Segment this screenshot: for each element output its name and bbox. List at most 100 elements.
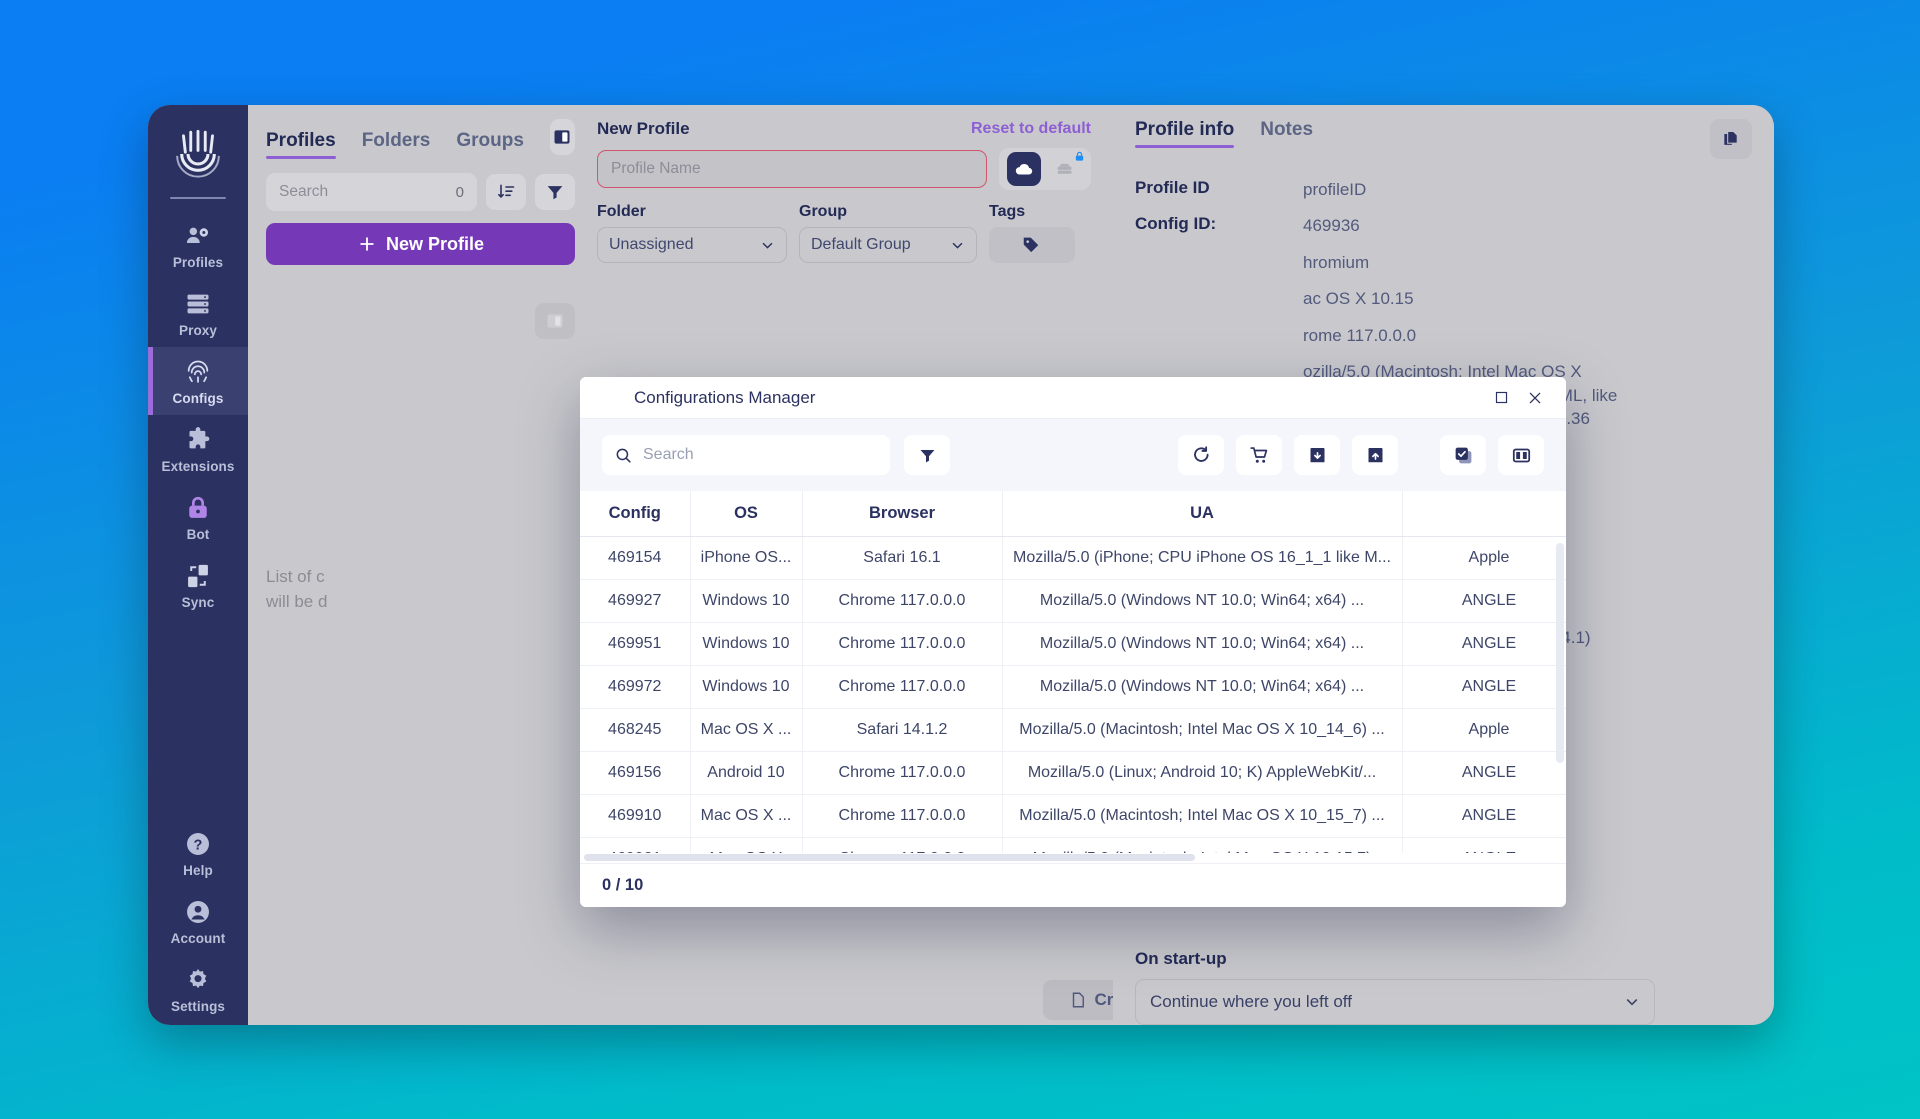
table-row[interactable]: 469927 Windows 10 Chrome 117.0.0.0 Mozil… xyxy=(580,579,1566,623)
chevron-down-icon xyxy=(952,242,963,249)
empty-hint-line1: List of c xyxy=(266,567,325,586)
tab-profile-info[interactable]: Profile info xyxy=(1135,119,1235,148)
help-icon: ? xyxy=(187,833,209,855)
tab-notes[interactable]: Notes xyxy=(1260,119,1313,148)
sidebar-item-account[interactable]: Account xyxy=(148,887,248,955)
scrollbar-thumb[interactable] xyxy=(584,854,1196,861)
dialog-footer: 0 / 10 xyxy=(580,863,1566,907)
cell-os: Windows 10 xyxy=(690,622,803,666)
cell-config: 469910 xyxy=(580,794,691,838)
columns-layout-button[interactable] xyxy=(535,303,575,339)
filter-button[interactable] xyxy=(535,174,575,210)
panel-layout-icon xyxy=(554,130,570,144)
panel-layout-button[interactable] xyxy=(549,119,575,155)
sidebar-item-label: Proxy xyxy=(178,323,218,338)
document-icon xyxy=(1072,992,1084,1008)
tab-profiles[interactable]: Profiles xyxy=(266,130,336,159)
column-header-os[interactable]: OS xyxy=(690,491,803,537)
info-row: ac OS X 10.15 xyxy=(1135,287,1752,310)
dialog-toolbar-group-primary xyxy=(1178,435,1398,475)
info-key: Config ID: xyxy=(1135,214,1217,234)
info-value: ac OS X 10.15 xyxy=(1303,289,1414,309)
tab-label: Notes xyxy=(1260,119,1314,140)
new-profile-button[interactable]: New Profile xyxy=(266,223,575,265)
maximize-button[interactable] xyxy=(1484,383,1518,413)
refresh-button[interactable] xyxy=(1178,435,1224,475)
table-row[interactable]: 469910 Mac OS X ... Chrome 117.0.0.0 Moz… xyxy=(580,794,1566,838)
local-storage-button[interactable] xyxy=(1049,151,1084,186)
folder-group-row: Folder Unassigned Group Default Group Ta… xyxy=(597,203,1091,263)
cell-config: 469927 xyxy=(580,579,691,623)
tags-field: Tags xyxy=(989,203,1075,263)
sidebar-item-bot[interactable]: Bot xyxy=(148,483,248,551)
table-row[interactable]: 469156 Android 10 Chrome 117.0.0.0 Mozil… xyxy=(580,751,1566,795)
tab-groups[interactable]: Groups xyxy=(456,130,524,159)
tags-label: Tags xyxy=(989,203,1026,220)
sidebar-item-proxy[interactable]: Proxy xyxy=(148,279,248,347)
tab-folders[interactable]: Folders xyxy=(362,130,431,159)
column-header-config[interactable]: Config xyxy=(580,491,691,537)
checkbox-stack-icon xyxy=(1455,447,1471,463)
sidebar-item-label: Settings xyxy=(170,999,226,1014)
sidebar-item-sync[interactable]: Sync xyxy=(148,551,248,619)
select-all-button[interactable] xyxy=(1440,435,1486,475)
sort-button[interactable] xyxy=(486,174,526,210)
info-key xyxy=(1135,324,1303,347)
sidebar-item-profiles[interactable]: Profiles xyxy=(148,211,248,279)
tags-button[interactable] xyxy=(989,227,1075,263)
filter-icon xyxy=(547,186,563,200)
table-vertical-scrollbar[interactable] xyxy=(1556,543,1564,763)
table-row[interactable]: 469154 iPhone OS... Safari 16.1 Mozilla/… xyxy=(580,536,1566,580)
table-horizontal-scrollbar[interactable] xyxy=(580,853,1566,863)
reset-to-default-link[interactable]: Reset to default xyxy=(971,120,1091,138)
table-row[interactable]: 469951 Windows 10 Chrome 117.0.0.0 Mozil… xyxy=(580,622,1566,666)
cell-os: Mac OS X ... xyxy=(690,708,803,752)
startup-select[interactable]: Continue where you left off xyxy=(1135,979,1655,1025)
dialog-toolbar-group-secondary xyxy=(1440,435,1544,475)
cell-browser: Chrome 117.0.0.0 xyxy=(802,665,1003,709)
tab-label: Profile info xyxy=(1135,119,1235,140)
search-input[interactable]: Search 0 xyxy=(266,173,477,211)
startup-value: Continue where you left off xyxy=(1150,992,1352,1011)
cloud-icon xyxy=(1015,164,1033,175)
export-button[interactable] xyxy=(1352,435,1398,475)
info-value: 469936 xyxy=(1303,216,1360,236)
sidebar-item-label: Help xyxy=(183,863,213,878)
column-header-browser[interactable]: Browser xyxy=(802,491,1003,537)
sidebar-item-settings[interactable]: Settings xyxy=(148,955,248,1023)
profile-name-input[interactable] xyxy=(597,150,987,188)
copy-button[interactable] xyxy=(1710,119,1752,159)
cell-config: 469156 xyxy=(580,751,691,795)
selection-count: 0 / 10 xyxy=(602,876,644,894)
columns-button[interactable] xyxy=(1498,435,1544,475)
cell-browser: Chrome 117.0.0.0 xyxy=(802,794,1003,838)
chevron-down-icon xyxy=(762,242,773,249)
column-header-gpu[interactable] xyxy=(1402,491,1566,537)
info-value: profileID xyxy=(1303,180,1367,199)
dialog-filter-button[interactable] xyxy=(904,435,950,475)
dialog-title: Configurations Manager xyxy=(634,387,816,407)
storage-toggle xyxy=(999,148,1091,190)
svg-text:?: ? xyxy=(194,837,203,853)
folder-select[interactable]: Unassigned xyxy=(597,227,787,263)
buy-configs-button[interactable] xyxy=(1236,435,1282,475)
sidebar-item-label: Profiles xyxy=(172,255,224,270)
cell-ua: Mozilla/5.0 (Linux; Android 10; K) Apple… xyxy=(1002,751,1403,795)
sidebar-item-help[interactable]: ? Help xyxy=(148,819,248,887)
profile-name-row xyxy=(597,148,1091,190)
sidebar-item-extensions[interactable]: Extensions xyxy=(148,415,248,483)
table-row[interactable]: 468245 Mac OS X ... Safari 14.1.2 Mozill… xyxy=(580,708,1566,752)
chevron-down-icon xyxy=(1626,999,1638,1006)
group-label: Group xyxy=(799,203,847,220)
close-button[interactable] xyxy=(1518,383,1552,413)
sidebar-bottom-group: ? Help Account Settings xyxy=(148,819,248,1025)
cell-ua: Mozilla/5.0 (Macintosh; Intel Mac OS X 1… xyxy=(1002,708,1403,752)
cloud-storage-button[interactable] xyxy=(1007,152,1041,186)
column-header-ua[interactable]: UA xyxy=(1002,491,1403,537)
sidebar-item-configs[interactable]: Configs xyxy=(148,347,248,415)
group-select[interactable]: Default Group xyxy=(799,227,977,263)
import-button[interactable] xyxy=(1294,435,1340,475)
dialog-search-input[interactable]: Search xyxy=(602,435,890,475)
table-row[interactable]: 469972 Windows 10 Chrome 117.0.0.0 Mozil… xyxy=(580,665,1566,709)
sync-icon xyxy=(188,564,208,588)
